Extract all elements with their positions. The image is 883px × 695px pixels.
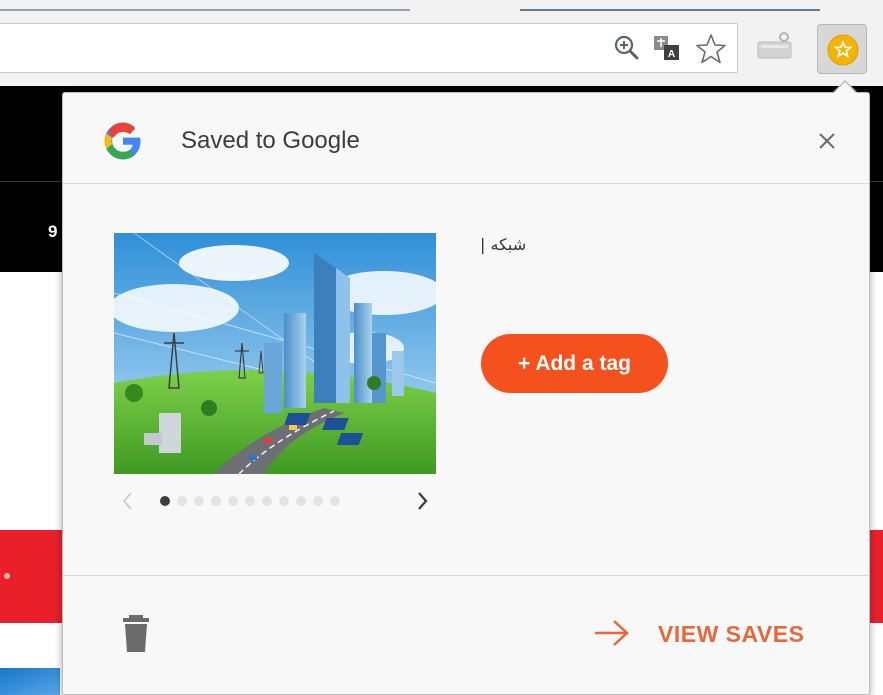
tab-strip-edge bbox=[0, 9, 883, 12]
popup-header: Saved to Google bbox=[63, 93, 869, 183]
image-carousel bbox=[118, 489, 438, 513]
carousel-dot[interactable] bbox=[160, 496, 170, 506]
carousel-dot[interactable] bbox=[330, 496, 340, 506]
close-icon[interactable] bbox=[811, 125, 843, 157]
view-saves-button[interactable]: VIEW SAVES bbox=[593, 613, 833, 653]
saved-item-thumbnail bbox=[114, 233, 436, 474]
carousel-dot[interactable] bbox=[177, 496, 187, 506]
add-tag-button[interactable]: + Add a tag bbox=[481, 334, 668, 393]
carousel-dot[interactable] bbox=[194, 496, 204, 506]
popup-caret-fill bbox=[833, 82, 857, 94]
arrow-right-icon bbox=[593, 617, 631, 654]
carousel-dot[interactable] bbox=[313, 496, 323, 506]
zoom-icon[interactable] bbox=[612, 33, 642, 63]
view-saves-label: VIEW SAVES bbox=[658, 621, 805, 647]
carousel-dot[interactable] bbox=[279, 496, 289, 506]
footer-divider bbox=[63, 575, 869, 576]
carousel-dot[interactable] bbox=[211, 496, 221, 506]
saved-to-google-popup: Saved to Google شبکه | + Add a tag VIEW … bbox=[62, 92, 870, 695]
carousel-dot[interactable] bbox=[296, 496, 306, 506]
page-menu-number: 9 bbox=[48, 222, 58, 241]
translate-icon[interactable]: A bbox=[652, 33, 682, 63]
bookmark-star-icon[interactable] bbox=[695, 33, 726, 64]
svg-text:A: A bbox=[668, 49, 675, 60]
chevron-right-icon[interactable] bbox=[412, 489, 432, 513]
google-logo-icon bbox=[103, 121, 143, 161]
chevron-left-icon[interactable] bbox=[118, 489, 138, 513]
extension-cast-icon[interactable] bbox=[755, 30, 795, 64]
page-banner-dot bbox=[4, 573, 10, 579]
header-divider bbox=[63, 183, 869, 184]
save-to-google-extension-button[interactable] bbox=[817, 24, 867, 74]
page-footer-graphic bbox=[0, 668, 60, 695]
trash-icon[interactable] bbox=[121, 615, 151, 653]
carousel-dot[interactable] bbox=[228, 496, 238, 506]
carousel-dot[interactable] bbox=[262, 496, 272, 506]
carousel-dot[interactable] bbox=[245, 496, 255, 506]
saved-item-title[interactable]: شبکه | bbox=[480, 235, 526, 254]
carousel-dots bbox=[160, 496, 347, 506]
browser-toolbar: A bbox=[0, 0, 883, 86]
popup-title: Saved to Google bbox=[181, 127, 360, 154]
